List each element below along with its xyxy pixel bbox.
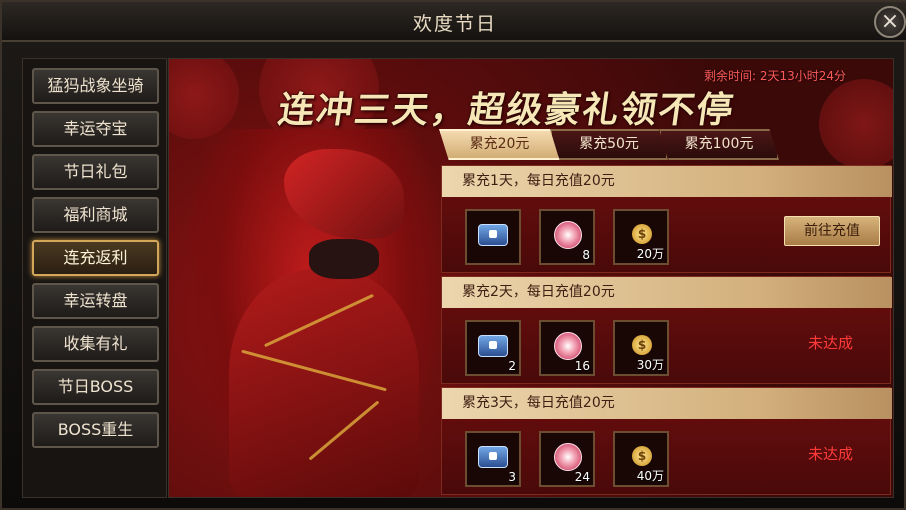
flower-icon [554, 221, 582, 249]
reward-row-day1: 累充1天，每日充值20元 8 $ 20万 前往充值 [441, 165, 892, 273]
reward-item[interactable]: 16 [539, 320, 595, 376]
reward-row-title: 累充2天，每日充值20元 [442, 277, 892, 308]
reward-quantity: 8 [582, 248, 590, 262]
sidebar-item-boss-rebirth[interactable]: BOSS重生 [32, 412, 159, 448]
tab-recharge-20[interactable]: 累充20元 [439, 129, 560, 160]
event-window: 欢度节日 × 猛犸战象坐骑 幸运夺宝 节日礼包 福利商城 连充返利 幸运转盘 收… [0, 0, 906, 510]
title-bar: 欢度节日 × [2, 2, 906, 42]
warrior-helmet [284, 149, 404, 239]
sidebar-item-welfare-shop[interactable]: 福利商城 [32, 197, 159, 233]
sidebar-item-holiday-boss[interactable]: 节日BOSS [32, 369, 159, 405]
reward-item[interactable]: 8 [539, 209, 595, 265]
warrior-face [309, 239, 379, 279]
status-not-achieved: 未达成 [808, 445, 854, 463]
coin-icon: $ [632, 446, 652, 466]
event-slogan: 连冲三天，超级豪礼领不停 [275, 90, 738, 131]
tab-recharge-100[interactable]: 累充100元 [659, 129, 779, 160]
reward-item[interactable]: $ 20万 [613, 209, 669, 265]
warrior-illustration [189, 129, 439, 497]
tab-recharge-50[interactable]: 累充50元 [550, 129, 668, 160]
flower-icon [554, 443, 582, 471]
sidebar-item-lucky-treasure[interactable]: 幸运夺宝 [32, 111, 159, 147]
reward-quantity: 3 [508, 470, 516, 484]
sidebar-item-mammoth-mount[interactable]: 猛犸战象坐骑 [32, 68, 159, 104]
flower-decoration [169, 59, 239, 139]
flower-decoration [819, 79, 893, 169]
sidebar-item-holiday-pack[interactable]: 节日礼包 [32, 154, 159, 190]
reward-item[interactable]: 24 [539, 431, 595, 487]
remaining-time: 剩余时间: 2天13小时24分 [704, 69, 847, 83]
reward-item[interactable]: 3 [465, 431, 521, 487]
reward-row-day3: 累充3天，每日充值20元 3 24 $ 40万 未达成 [441, 387, 892, 495]
reward-item[interactable] [465, 209, 521, 265]
reward-row-day2: 累充2天，每日充值20元 2 16 $ 30万 未达成 [441, 276, 892, 384]
coin-icon: $ [632, 335, 652, 355]
reward-row-title: 累充1天，每日充值20元 [442, 166, 892, 197]
ticket-icon [478, 335, 508, 357]
reward-item[interactable]: $ 30万 [613, 320, 669, 376]
flower-icon [554, 332, 582, 360]
reward-quantity: 16 [574, 359, 590, 373]
sidebar-item-lucky-wheel[interactable]: 幸运转盘 [32, 283, 159, 319]
reward-item[interactable]: $ 40万 [613, 431, 669, 487]
sidebar: 猛犸战象坐骑 幸运夺宝 节日礼包 福利商城 连充返利 幸运转盘 收集有礼 节日B… [22, 58, 167, 498]
status-not-achieved: 未达成 [808, 334, 854, 352]
go-recharge-button[interactable]: 前往充值 [784, 216, 880, 246]
event-content: 连冲三天，超级豪礼领不停 剩余时间: 2天13小时24分 累充20元 累充50元… [168, 58, 894, 498]
close-icon[interactable]: × [874, 6, 906, 38]
reward-quantity: 2 [508, 359, 516, 373]
reward-quantity: 24 [574, 470, 590, 484]
warrior-armor [229, 269, 419, 497]
coin-icon: $ [632, 224, 652, 244]
reward-quantity: 30万 [636, 358, 664, 372]
reward-item[interactable]: 2 [465, 320, 521, 376]
reward-quantity: 20万 [636, 247, 664, 261]
ticket-icon [478, 224, 508, 246]
reward-quantity: 40万 [636, 469, 664, 483]
sidebar-item-collect-gift[interactable]: 收集有礼 [32, 326, 159, 362]
ticket-icon [478, 446, 508, 468]
window-title: 欢度节日 [412, 13, 497, 35]
reward-row-title: 累充3天，每日充值20元 [442, 388, 892, 419]
sidebar-item-recharge-rebate[interactable]: 连充返利 [32, 240, 159, 276]
